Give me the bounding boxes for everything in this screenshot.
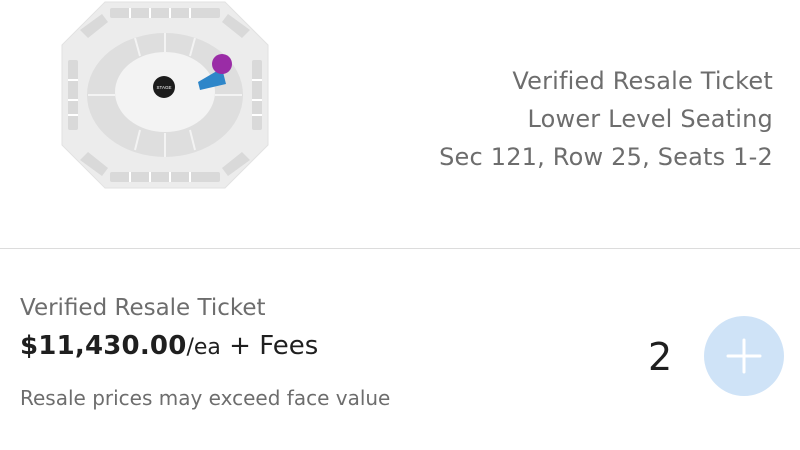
seat-location: Sec 121, Row 25, Seats 1-2 [439, 143, 773, 171]
ticket-quantity: 2 [648, 335, 673, 379]
listing-info: Verified Resale Ticket Lower Level Seati… [439, 62, 773, 176]
plus-icon [726, 338, 762, 374]
ticket-type: Verified Resale Ticket [20, 295, 266, 321]
stage-label: STAGE [157, 85, 172, 90]
ticket-option: Verified Resale Ticket $11,430.00/ea + F… [20, 292, 390, 410]
listing-title: Verified Resale Ticket [512, 67, 773, 95]
seat-map[interactable]: STAGE [40, 0, 290, 190]
add-ticket-button[interactable] [704, 316, 784, 396]
seat-location-pin [212, 54, 232, 74]
price-per-unit: /ea [186, 335, 221, 360]
divider [0, 248, 800, 249]
fees-label: + Fees [220, 331, 319, 361]
ticket-price: $11,430.00 [20, 331, 187, 361]
price-row: $11,430.00/ea + Fees [20, 326, 390, 368]
resale-disclaimer: Resale prices may exceed face value [20, 386, 391, 410]
seating-level: Lower Level Seating [527, 105, 773, 133]
